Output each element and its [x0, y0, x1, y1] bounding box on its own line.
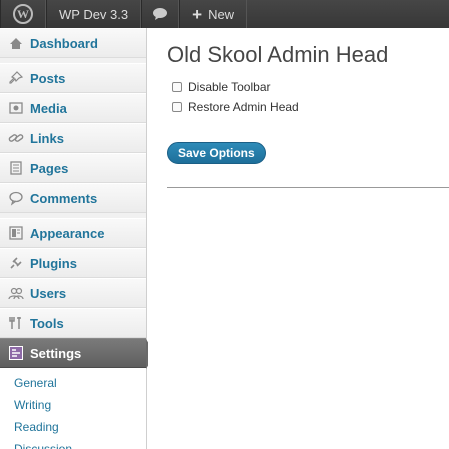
sidebar-item-pages[interactable]: Pages	[0, 153, 146, 183]
sidebar-item-label: Dashboard	[30, 35, 98, 51]
site-name-link[interactable]: WP Dev 3.3	[46, 0, 142, 28]
sidebar-item-appearance[interactable]: Appearance	[0, 218, 146, 248]
admin-toolbar: W WP Dev 3.3 + New	[0, 0, 449, 28]
sidebar-item-media[interactable]: Media	[0, 93, 146, 123]
plug-icon	[8, 255, 24, 271]
divider	[167, 187, 449, 188]
sidebar-item-label: Appearance	[30, 225, 105, 241]
submenu-item-writing[interactable]: Writing	[0, 394, 146, 416]
sidebar-item-links[interactable]: Links	[0, 123, 146, 153]
submenu-item-reading[interactable]: Reading	[0, 416, 146, 438]
sidebar-item-label: Posts	[30, 70, 66, 86]
sidebar-item-settings[interactable]: Settings	[0, 338, 155, 369]
wordpress-logo-icon: W	[13, 4, 33, 24]
settings-icon	[8, 345, 24, 361]
sidebar-item-label: Pages	[30, 160, 69, 176]
sidebar-item-posts[interactable]: Posts	[0, 63, 146, 93]
sidebar-item-comments[interactable]: Comments	[0, 183, 146, 213]
submenu-item-general[interactable]: General	[0, 372, 146, 394]
new-content-menu[interactable]: + New	[179, 0, 248, 28]
new-label: New	[208, 6, 235, 22]
sidebar-item-users[interactable]: Users	[0, 278, 146, 308]
sidebar-item-plugins[interactable]: Plugins	[0, 248, 146, 278]
tools-icon	[8, 315, 24, 331]
pages-icon	[8, 160, 24, 176]
sidebar-item-label: Settings	[30, 345, 82, 361]
speech-bubble-icon	[153, 8, 168, 20]
users-icon	[8, 285, 24, 301]
plus-icon: +	[192, 4, 203, 24]
option-disable-toolbar[interactable]: Disable Toolbar	[172, 80, 271, 94]
admin-sidebar: Dashboard Posts Media Links Pages Commen…	[0, 28, 155, 449]
dashboard-icon	[8, 35, 24, 51]
submenu-item-discussion[interactable]: Discussion	[0, 438, 146, 449]
settings-submenu: General Writing Reading Discussion	[0, 368, 146, 449]
comments-link[interactable]	[141, 0, 180, 28]
link-icon	[8, 130, 24, 146]
appearance-icon	[8, 225, 24, 241]
pushpin-icon	[8, 70, 24, 86]
sidebar-item-label: Media	[30, 100, 67, 116]
sidebar-item-label: Links	[30, 130, 64, 146]
sidebar-item-label: Users	[30, 285, 67, 301]
save-options-button[interactable]: Save Options	[167, 142, 266, 164]
sidebar-item-tools[interactable]: Tools	[0, 308, 146, 338]
sidebar-item-label: Comments	[30, 190, 98, 206]
option-restore-admin-head[interactable]: Restore Admin Head	[172, 100, 299, 114]
option-label: Restore Admin Head	[188, 100, 299, 114]
disable-toolbar-checkbox[interactable]	[172, 82, 182, 92]
sidebar-item-label: Plugins	[30, 255, 77, 271]
sidebar-item-label: Tools	[30, 315, 64, 331]
restore-admin-head-checkbox[interactable]	[172, 102, 182, 112]
page-title: Old Skool Admin Head	[167, 42, 389, 67]
comment-icon	[8, 190, 24, 206]
option-label: Disable Toolbar	[188, 80, 271, 94]
wp-logo-menu[interactable]: W	[0, 0, 46, 28]
media-icon	[8, 100, 24, 116]
sidebar-item-dashboard[interactable]: Dashboard	[0, 28, 146, 58]
main-content: Old Skool Admin Head Disable Toolbar Res…	[148, 28, 449, 449]
